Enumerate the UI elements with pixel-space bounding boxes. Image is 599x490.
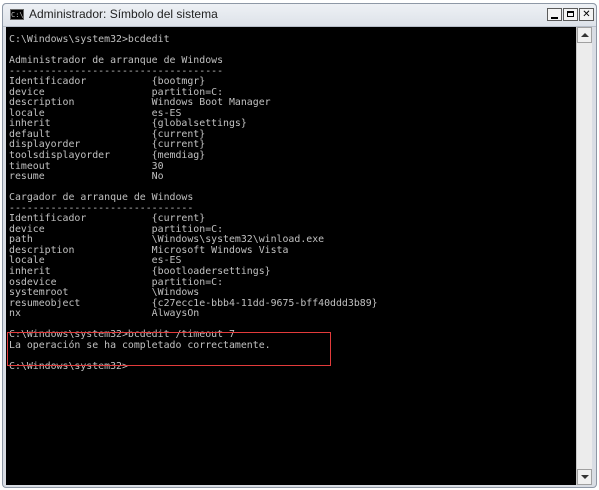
close-button[interactable]: ✕: [579, 8, 594, 21]
window-title: Administrador: Símbolo del sistema: [29, 7, 218, 21]
vertical-scrollbar[interactable]: [576, 27, 592, 485]
minimize-button[interactable]: [547, 8, 562, 21]
minimize-icon: [551, 17, 558, 19]
scroll-down-button[interactable]: [577, 469, 592, 485]
maximize-icon: [567, 11, 574, 17]
console-output-area[interactable]: C:\Windows\system32>bcdedit Administrado…: [6, 27, 576, 485]
scroll-up-button[interactable]: [577, 27, 592, 43]
close-icon: ✕: [582, 9, 591, 20]
cmd-icon[interactable]: C:\: [10, 9, 24, 20]
title-bar[interactable]: C:\ Administrador: Símbolo del sistema ✕: [3, 4, 596, 27]
maximize-button[interactable]: [563, 8, 578, 21]
arrow-down-icon: [581, 475, 589, 479]
console-window: C:\ Administrador: Símbolo del sistema ✕…: [2, 3, 597, 488]
console-text: C:\Windows\system32>bcdedit Administrado…: [9, 34, 378, 372]
arrow-up-icon: [581, 33, 589, 37]
